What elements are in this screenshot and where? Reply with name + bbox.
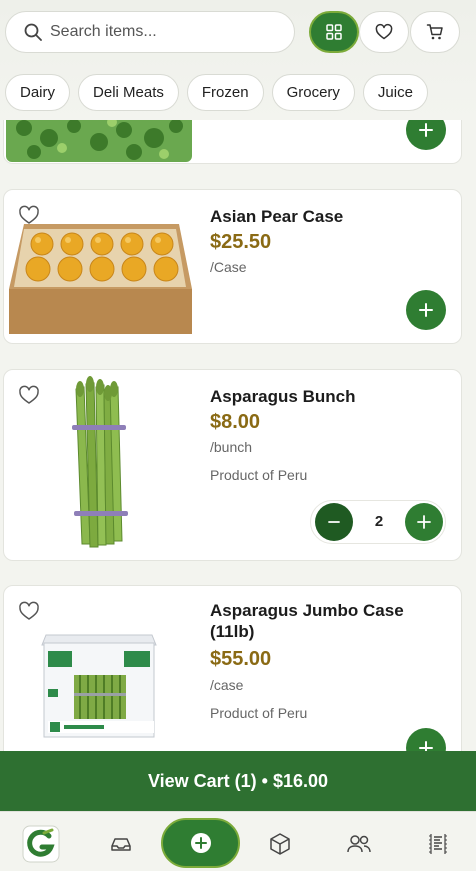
inbox-icon: [111, 838, 131, 851]
nav-home-logo[interactable]: [22, 825, 60, 863]
favorite-heart-icon[interactable]: [18, 204, 40, 226]
product-origin: Product of Peru: [210, 705, 308, 721]
product-unit: /Case: [210, 259, 247, 275]
favorite-heart-icon[interactable]: [18, 384, 40, 406]
favorite-heart-icon[interactable]: [18, 600, 40, 622]
search-input[interactable]: [50, 23, 270, 41]
plus-icon: [419, 123, 433, 137]
product-card[interactable]: Asian Pear Case $25.50 /Case: [3, 189, 462, 344]
logo-icon: [22, 825, 60, 863]
search-icon: [24, 23, 42, 41]
product-card[interactable]: Asparagus Jumbo Case (11lb) $55.00 /case…: [3, 585, 462, 775]
nav-receipts[interactable]: [418, 824, 458, 864]
grid-view-button[interactable]: [309, 11, 359, 53]
box-icon: [270, 833, 290, 855]
favorites-button[interactable]: [359, 11, 409, 53]
chip-frozen[interactable]: Frozen: [186, 74, 264, 111]
nav-add-button[interactable]: [161, 818, 240, 868]
chip-deli-meats[interactable]: Deli Meats: [78, 74, 179, 111]
product-unit: /bunch: [210, 439, 253, 455]
nav-inbox[interactable]: [101, 824, 141, 864]
receipt-icon: [429, 834, 447, 854]
chip-grocery[interactable]: Grocery: [271, 74, 355, 111]
product-name: Asian Pear Case: [210, 207, 344, 226]
search-box[interactable]: [5, 11, 295, 53]
product-price: $55.00: [210, 648, 272, 670]
plus-icon: [419, 303, 433, 317]
nav-orders[interactable]: [260, 824, 300, 864]
increase-quantity-button[interactable]: [405, 503, 443, 541]
product-card[interactable]: Asparagus Bunch $8.00 /bunch Product of …: [3, 369, 462, 561]
product-unit: /case: [210, 677, 244, 693]
product-name: Asparagus Bunch: [210, 387, 356, 406]
nav-users[interactable]: [339, 824, 379, 864]
header: Dairy Deli Meats Frozen Grocery Juice: [0, 0, 476, 120]
plus-icon: [417, 515, 431, 529]
bottom-navigation: [0, 811, 476, 871]
category-chips: Dairy Deli Meats Frozen Grocery Juice: [5, 74, 428, 111]
product-price: $8.00: [210, 411, 261, 433]
users-icon: [347, 835, 371, 853]
chip-juice[interactable]: Juice: [362, 74, 428, 111]
heart-icon: [375, 23, 393, 40]
product-name: Asparagus Jumbo Case (11lb): [210, 601, 404, 641]
product-price: $25.50: [210, 231, 272, 253]
view-cart-button[interactable]: View Cart (1) • $16.00: [0, 751, 476, 811]
chip-dairy[interactable]: Dairy: [5, 74, 71, 111]
grid-icon: [326, 24, 342, 40]
product-origin: Product of Peru: [210, 467, 308, 483]
cart-button[interactable]: [410, 11, 460, 53]
add-to-cart-button[interactable]: [406, 290, 446, 330]
view-cart-label: View Cart (1) • $16.00: [147, 770, 329, 791]
add-icon: [190, 833, 211, 853]
quantity-stepper[interactable]: 2: [310, 500, 446, 544]
cart-icon: [426, 24, 443, 40]
